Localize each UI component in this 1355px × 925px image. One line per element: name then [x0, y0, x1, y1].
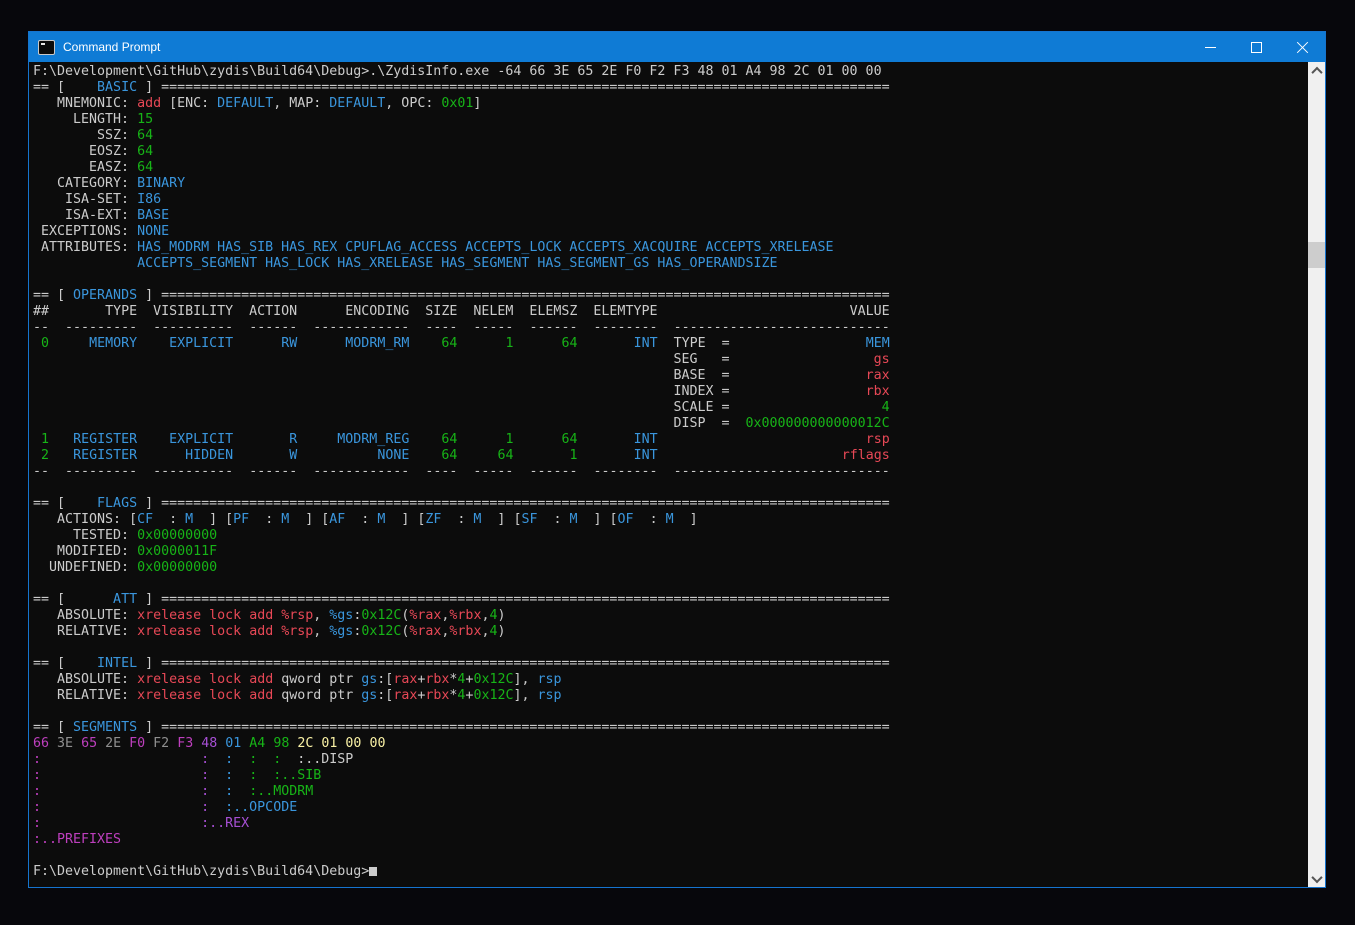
- console-line: : : :..OPCODE: [33, 800, 890, 816]
- chevron-up-icon: [1311, 66, 1322, 77]
- console-line: == [ OPERANDS ] ========================…: [33, 288, 890, 304]
- console-line: F:\Development\GitHub\zydis\Build64\Debu…: [33, 864, 890, 880]
- console-line: DISP = 0x000000000000012C: [33, 416, 890, 432]
- console-line: [33, 704, 890, 720]
- console-line: [33, 272, 890, 288]
- console-line: BASE = rax: [33, 368, 890, 384]
- scroll-up-button[interactable]: [1308, 62, 1325, 79]
- console-line: [33, 848, 890, 864]
- console-line: ## TYPE VISIBILITY ACTION ENCODING SIZE …: [33, 304, 890, 320]
- console-line: ACTIONS: [CF : M ] [PF : M ] [AF : M ] […: [33, 512, 890, 528]
- console-line: == [ INTEL ] ===========================…: [33, 656, 890, 672]
- cmd-icon: [38, 40, 55, 55]
- console-line: : : : : : :..DISP: [33, 752, 890, 768]
- command-prompt-window: Command Prompt F:\Development\GitHub\zyd…: [28, 31, 1326, 888]
- console-line: EOSZ: 64: [33, 144, 890, 160]
- console-line: MODIFIED: 0x0000011F: [33, 544, 890, 560]
- console-line: 1 REGISTER EXPLICIT R MODRM_REG 64 1 64 …: [33, 432, 890, 448]
- scrollbar[interactable]: [1308, 62, 1325, 887]
- scroll-down-button[interactable]: [1308, 870, 1325, 887]
- console-line: SCALE = 4: [33, 400, 890, 416]
- console-line: :..PREFIXES: [33, 832, 890, 848]
- console-line: : : : :..MODRM: [33, 784, 890, 800]
- console-line: ABSOLUTE: xrelease lock add qword ptr gs…: [33, 672, 890, 688]
- minimize-button[interactable]: [1187, 32, 1233, 62]
- console-line: F:\Development\GitHub\zydis\Build64\Debu…: [33, 64, 890, 80]
- console-line: 66 3E 65 2E F0 F2 F3 48 01 A4 98 2C 01 0…: [33, 736, 890, 752]
- console-line: SEG = gs: [33, 352, 890, 368]
- console-line: INDEX = rbx: [33, 384, 890, 400]
- console-line: ISA-EXT: BASE: [33, 208, 890, 224]
- title-bar[interactable]: Command Prompt: [29, 32, 1325, 62]
- console-line: 0 MEMORY EXPLICIT RW MODRM_RM 64 1 64 IN…: [33, 336, 890, 352]
- close-button[interactable]: [1279, 32, 1325, 62]
- maximize-icon: [1251, 42, 1262, 53]
- scrollbar-thumb[interactable]: [1308, 242, 1325, 268]
- text-cursor: [369, 867, 377, 876]
- minimize-icon: [1205, 47, 1216, 48]
- console-line: == [ FLAGS ] ===========================…: [33, 496, 890, 512]
- console-line: MNEMONIC: add [ENC: DEFAULT, MAP: DEFAUL…: [33, 96, 890, 112]
- console-line: 2 REGISTER HIDDEN W NONE 64 64 1 INT rfl…: [33, 448, 890, 464]
- console-line: == [ BASIC ] ===========================…: [33, 80, 890, 96]
- console-line: EXCEPTIONS: NONE: [33, 224, 890, 240]
- console-line: LENGTH: 15: [33, 112, 890, 128]
- console-line: -- --------- ---------- ------ ---------…: [33, 464, 890, 480]
- console-line: SSZ: 64: [33, 128, 890, 144]
- console-line: -- --------- ---------- ------ ---------…: [33, 320, 890, 336]
- console-line: : : : : :..SIB: [33, 768, 890, 784]
- console-line: == [ SEGMENTS ] ========================…: [33, 720, 890, 736]
- console-line: == [ ATT ] =============================…: [33, 592, 890, 608]
- console-line: [33, 480, 890, 496]
- console-line: TESTED: 0x00000000: [33, 528, 890, 544]
- console-line: : :..REX: [33, 816, 890, 832]
- console-line: [33, 640, 890, 656]
- console-line: RELATIVE: xrelease lock add %rsp, %gs:0x…: [33, 624, 890, 640]
- maximize-button[interactable]: [1233, 32, 1279, 62]
- console-line: CATEGORY: BINARY: [33, 176, 890, 192]
- console-line: RELATIVE: xrelease lock add qword ptr gs…: [33, 688, 890, 704]
- console-line: UNDEFINED: 0x00000000: [33, 560, 890, 576]
- console-line: [33, 576, 890, 592]
- close-icon: [1296, 41, 1309, 54]
- console-line: ISA-SET: I86: [33, 192, 890, 208]
- console-line: ATTRIBUTES: HAS_MODRM HAS_SIB HAS_REX CP…: [33, 240, 890, 256]
- console-output: F:\Development\GitHub\zydis\Build64\Debu…: [33, 64, 890, 880]
- console-line: EASZ: 64: [33, 160, 890, 176]
- chevron-down-icon: [1311, 871, 1322, 882]
- console-viewport[interactable]: F:\Development\GitHub\zydis\Build64\Debu…: [29, 62, 1325, 887]
- console-line: ACCEPTS_SEGMENT HAS_LOCK HAS_XRELEASE HA…: [33, 256, 890, 272]
- window-controls: [1187, 32, 1325, 62]
- console-line: ABSOLUTE: xrelease lock add %rsp, %gs:0x…: [33, 608, 890, 624]
- window-title: Command Prompt: [63, 40, 160, 54]
